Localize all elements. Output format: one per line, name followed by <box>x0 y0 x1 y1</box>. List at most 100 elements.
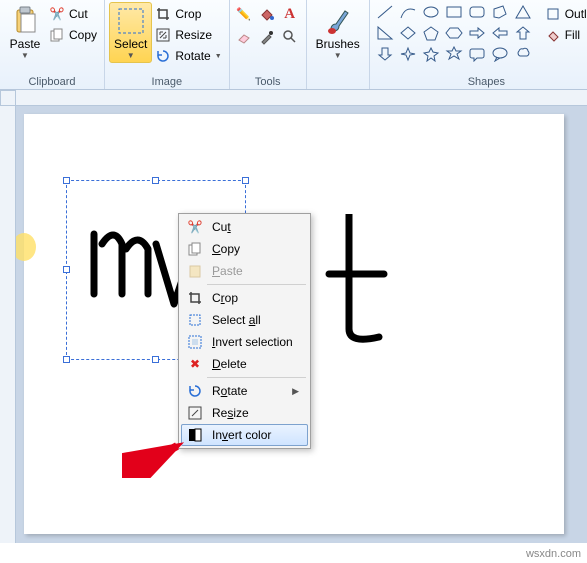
decorative-blob <box>16 232 40 262</box>
resize-button[interactable]: Resize <box>152 25 224 45</box>
submenu-arrow-icon: ▶ <box>292 386 299 397</box>
shape-oval-icon[interactable] <box>422 4 440 20</box>
resize-icon <box>155 27 171 43</box>
pencil-tool-icon[interactable]: ✏️ <box>234 4 254 24</box>
ctx-paste: Paste <box>181 260 308 282</box>
rotate-button[interactable]: Rotate ▼ <box>152 46 224 66</box>
ctx-invert-selection-label: Invert selection <box>212 335 299 349</box>
crop-icon <box>186 290 204 306</box>
ctx-invert-color-label: Invert color <box>212 428 299 442</box>
selection-handle[interactable] <box>242 177 249 184</box>
resize-label: Resize <box>175 28 212 42</box>
shape-hexagon-icon[interactable] <box>445 25 463 41</box>
group-label-clipboard: Clipboard <box>4 74 100 89</box>
magnifier-tool-icon[interactable] <box>280 27 300 47</box>
shape-fill-button[interactable]: Fill <box>542 25 587 45</box>
selection-handle[interactable] <box>152 356 159 363</box>
ctx-cut[interactable]: ✂️ Cut <box>181 216 308 238</box>
ctx-crop-label: Crop <box>212 291 299 305</box>
rotate-icon <box>186 383 204 399</box>
group-clipboard: Paste ▼ ✂️ Cut Copy Clipboard <box>0 0 105 89</box>
shape-pentagon-icon[interactable] <box>422 25 440 41</box>
shape-triangle-icon[interactable] <box>514 4 532 20</box>
shape-arrow-up-icon[interactable] <box>514 25 532 41</box>
ruler-horizontal <box>16 90 587 106</box>
ctx-resize-label: Resize <box>212 406 299 420</box>
ribbon: Paste ▼ ✂️ Cut Copy Clipboard <box>0 0 587 90</box>
dropdown-arrow-icon: ▼ <box>127 51 135 60</box>
shape-arrow-right-icon[interactable] <box>468 25 486 41</box>
context-menu: ✂️ Cut Copy Paste Crop Select all Invert… <box>178 213 311 449</box>
cut-button[interactable]: ✂️ Cut <box>46 4 100 24</box>
ctx-rotate[interactable]: Rotate ▶ <box>181 380 308 402</box>
group-tools: ✏️ A Tools <box>230 0 307 89</box>
ctx-select-all[interactable]: Select all <box>181 309 308 331</box>
resize-icon <box>186 405 204 421</box>
ctx-delete-label: Delete <box>212 357 299 371</box>
ctx-delete[interactable]: ✖ Delete <box>181 353 308 375</box>
group-brushes: Brushes ▼ <box>307 0 370 89</box>
ctx-cut-label: Cut <box>212 220 299 234</box>
ctx-invert-color[interactable]: Invert color <box>181 424 308 446</box>
text-tool-icon[interactable]: A <box>280 4 300 24</box>
shape-diamond-icon[interactable] <box>399 25 417 41</box>
shape-star5-icon[interactable] <box>422 46 440 62</box>
selection-handle[interactable] <box>63 266 70 273</box>
scissors-icon: ✂️ <box>49 6 65 22</box>
watermark: wsxdn.com <box>526 548 581 560</box>
shape-arrow-left-icon[interactable] <box>491 25 509 41</box>
ctx-resize[interactable]: Resize <box>181 402 308 424</box>
copy-icon <box>186 241 204 257</box>
shape-rect-icon[interactable] <box>445 4 463 20</box>
group-label-shapes: Shapes <box>374 74 587 89</box>
fill-label: Fill <box>565 28 580 42</box>
shape-right-triangle-icon[interactable] <box>376 25 394 41</box>
shape-curve-icon[interactable] <box>399 4 417 20</box>
separator <box>207 284 306 285</box>
ctx-copy-label: Copy <box>212 242 299 256</box>
ctx-copy[interactable]: Copy <box>181 238 308 260</box>
group-label-tools: Tools <box>234 74 302 89</box>
paste-label: Paste <box>10 37 41 51</box>
shape-callout-oval-icon[interactable] <box>491 46 509 62</box>
dropdown-arrow-icon: ▼ <box>21 51 29 60</box>
ctx-crop[interactable]: Crop <box>181 287 308 309</box>
selection-handle[interactable] <box>63 356 70 363</box>
copy-icon <box>49 27 65 43</box>
crop-label: Crop <box>175 7 201 21</box>
brushes-button[interactable]: Brushes ▼ <box>311 2 365 63</box>
ruler-vertical <box>0 106 16 543</box>
brushes-icon <box>322 5 354 37</box>
copy-button[interactable]: Copy <box>46 25 100 45</box>
fill-tool-icon[interactable] <box>257 4 277 24</box>
shape-polygon-icon[interactable] <box>491 4 509 20</box>
shape-roundrect-icon[interactable] <box>468 4 486 20</box>
shape-callout-round-icon[interactable] <box>468 46 486 62</box>
fill-icon <box>545 27 561 43</box>
shape-star4-icon[interactable] <box>399 46 417 62</box>
crop-button[interactable]: Crop <box>152 4 224 24</box>
rotate-icon <box>155 48 171 64</box>
color-picker-tool-icon[interactable] <box>257 27 277 47</box>
shape-line-icon[interactable] <box>376 4 394 20</box>
paste-icon <box>186 263 204 279</box>
shape-outline-button[interactable]: Outlin <box>542 4 587 24</box>
annotation-arrow <box>122 438 192 478</box>
group-shapes: Outlin Fill Shapes <box>370 0 587 89</box>
paste-button[interactable]: Paste ▼ <box>4 2 46 63</box>
shape-arrow-down-icon[interactable] <box>376 46 394 62</box>
ctx-invert-selection[interactable]: Invert selection <box>181 331 308 353</box>
group-image: Select ▼ Crop Resize <box>105 0 230 89</box>
group-label-brushes <box>311 86 365 89</box>
select-label: Select <box>114 37 147 51</box>
selection-handle[interactable] <box>63 177 70 184</box>
selection-handle[interactable] <box>152 177 159 184</box>
shape-callout-cloud-icon[interactable] <box>514 46 532 62</box>
select-all-icon <box>186 312 204 328</box>
eraser-tool-icon[interactable] <box>234 27 254 47</box>
shapes-gallery[interactable] <box>374 2 538 68</box>
crop-icon <box>155 6 171 22</box>
shape-star6-icon[interactable] <box>445 46 463 62</box>
select-button[interactable]: Select ▼ <box>109 2 152 63</box>
ctx-paste-label: Paste <box>212 264 299 278</box>
